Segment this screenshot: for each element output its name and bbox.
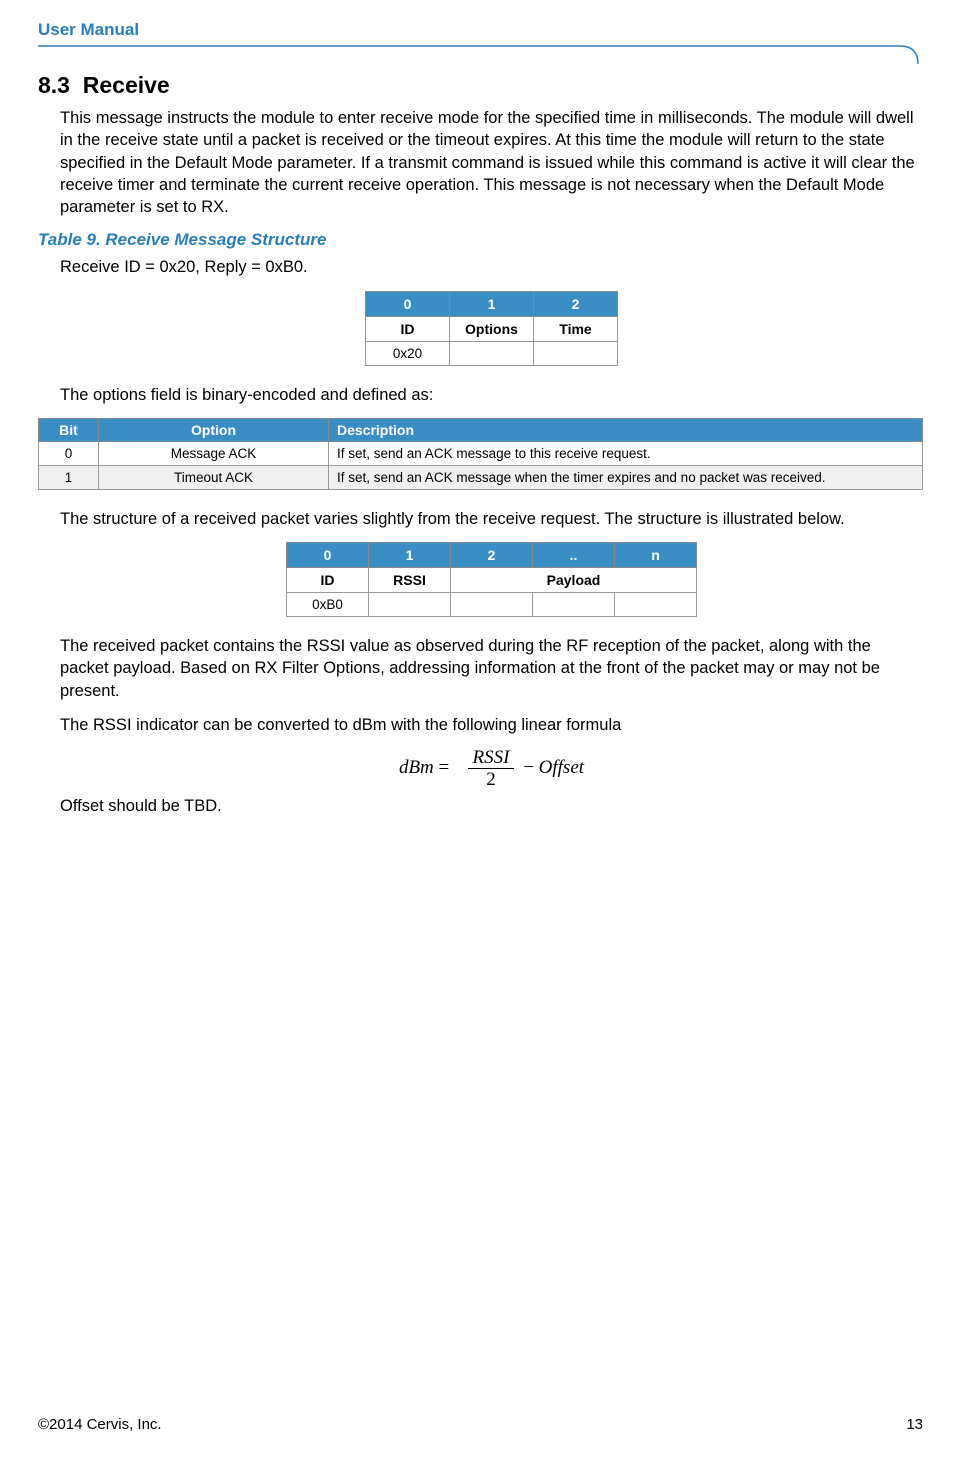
page-footer: ©2014 Cervis, Inc. 13	[38, 1416, 923, 1433]
section-intro: This message instructs the module to ent…	[60, 107, 923, 218]
table-row: 0xB0	[287, 593, 697, 617]
f-eq: =	[439, 757, 450, 778]
rt-h1: 1	[369, 543, 451, 568]
rt-v1	[369, 593, 451, 617]
rt-l0: ID	[287, 568, 369, 593]
f-minus: −	[523, 757, 534, 778]
footer-page-number: 13	[906, 1416, 923, 1433]
opt-h0: Bit	[39, 418, 99, 441]
rt-v3	[533, 593, 615, 617]
rssi-formula: dBm = RSSI 2 − Offset	[60, 748, 923, 789]
table9-v1	[450, 341, 534, 365]
table9-v0: 0x20	[366, 341, 450, 365]
f-den: 2	[468, 769, 515, 789]
opt-r0-bit: 0	[39, 441, 99, 465]
f-lhs: dBm	[399, 757, 434, 778]
header-title: User Manual	[38, 20, 139, 39]
opt-r0-desc: If set, send an ACK message to this rece…	[329, 441, 923, 465]
table9-idline: Receive ID = 0x20, Reply = 0xB0.	[60, 256, 923, 278]
table-row: 0 1 2 .. n	[287, 543, 697, 568]
rt-h4: n	[615, 543, 697, 568]
opt-h2: Description	[329, 418, 923, 441]
rt-h3: ..	[533, 543, 615, 568]
f-frac: RSSI 2	[468, 748, 515, 789]
recv-table: 0 1 2 .. n ID RSSI Payload 0xB0	[286, 542, 697, 617]
rt-h0: 0	[287, 543, 369, 568]
options-intro: The options field is binary-encoded and …	[60, 384, 923, 406]
rssi-para: The received packet contains the RSSI va…	[60, 635, 923, 702]
table9-l1: Options	[450, 316, 534, 341]
rt-h2: 2	[451, 543, 533, 568]
table9: 0 1 2 ID Options Time 0x20	[365, 291, 618, 366]
options-table: Bit Option Description 0 Message ACK If …	[38, 418, 923, 490]
rt-v4	[615, 593, 697, 617]
table-row: 0 Message ACK If set, send an ACK messag…	[39, 441, 923, 465]
offset-note: Offset should be TBD.	[60, 795, 923, 817]
table9-l2: Time	[534, 316, 618, 341]
header-rule-line	[38, 42, 923, 54]
opt-h1: Option	[99, 418, 329, 441]
opt-r1-desc: If set, send an ACK message when the tim…	[329, 465, 923, 489]
opt-r1-opt: Timeout ACK	[99, 465, 329, 489]
rt-l2: Payload	[451, 568, 697, 593]
table-row: 1 Timeout ACK If set, send an ACK messag…	[39, 465, 923, 489]
rt-v0: 0xB0	[287, 593, 369, 617]
page-header: User Manual	[38, 20, 923, 54]
section-title: Receive	[83, 72, 170, 98]
f-rhs: Offset	[539, 757, 584, 778]
table9-v2	[534, 341, 618, 365]
opt-r1-bit: 1	[39, 465, 99, 489]
table-row: ID RSSI Payload	[287, 568, 697, 593]
table9-caption: Table 9. Receive Message Structure	[38, 230, 923, 250]
opt-r0-opt: Message ACK	[99, 441, 329, 465]
footer-left: ©2014 Cervis, Inc.	[38, 1416, 162, 1433]
table9-h1: 1	[450, 291, 534, 316]
f-num: RSSI	[468, 748, 515, 769]
rt-v2	[451, 593, 533, 617]
table9-l0: ID	[366, 316, 450, 341]
section-heading: 8.3 Receive	[38, 72, 923, 99]
table9-h2: 2	[534, 291, 618, 316]
rt-l1: RSSI	[369, 568, 451, 593]
section-number: 8.3	[38, 72, 70, 98]
struct-intro: The structure of a received packet varie…	[60, 508, 923, 530]
formula-intro: The RSSI indicator can be converted to d…	[60, 714, 923, 736]
page: User Manual 8.3 Receive This message ins…	[0, 0, 961, 1457]
table9-h0: 0	[366, 291, 450, 316]
